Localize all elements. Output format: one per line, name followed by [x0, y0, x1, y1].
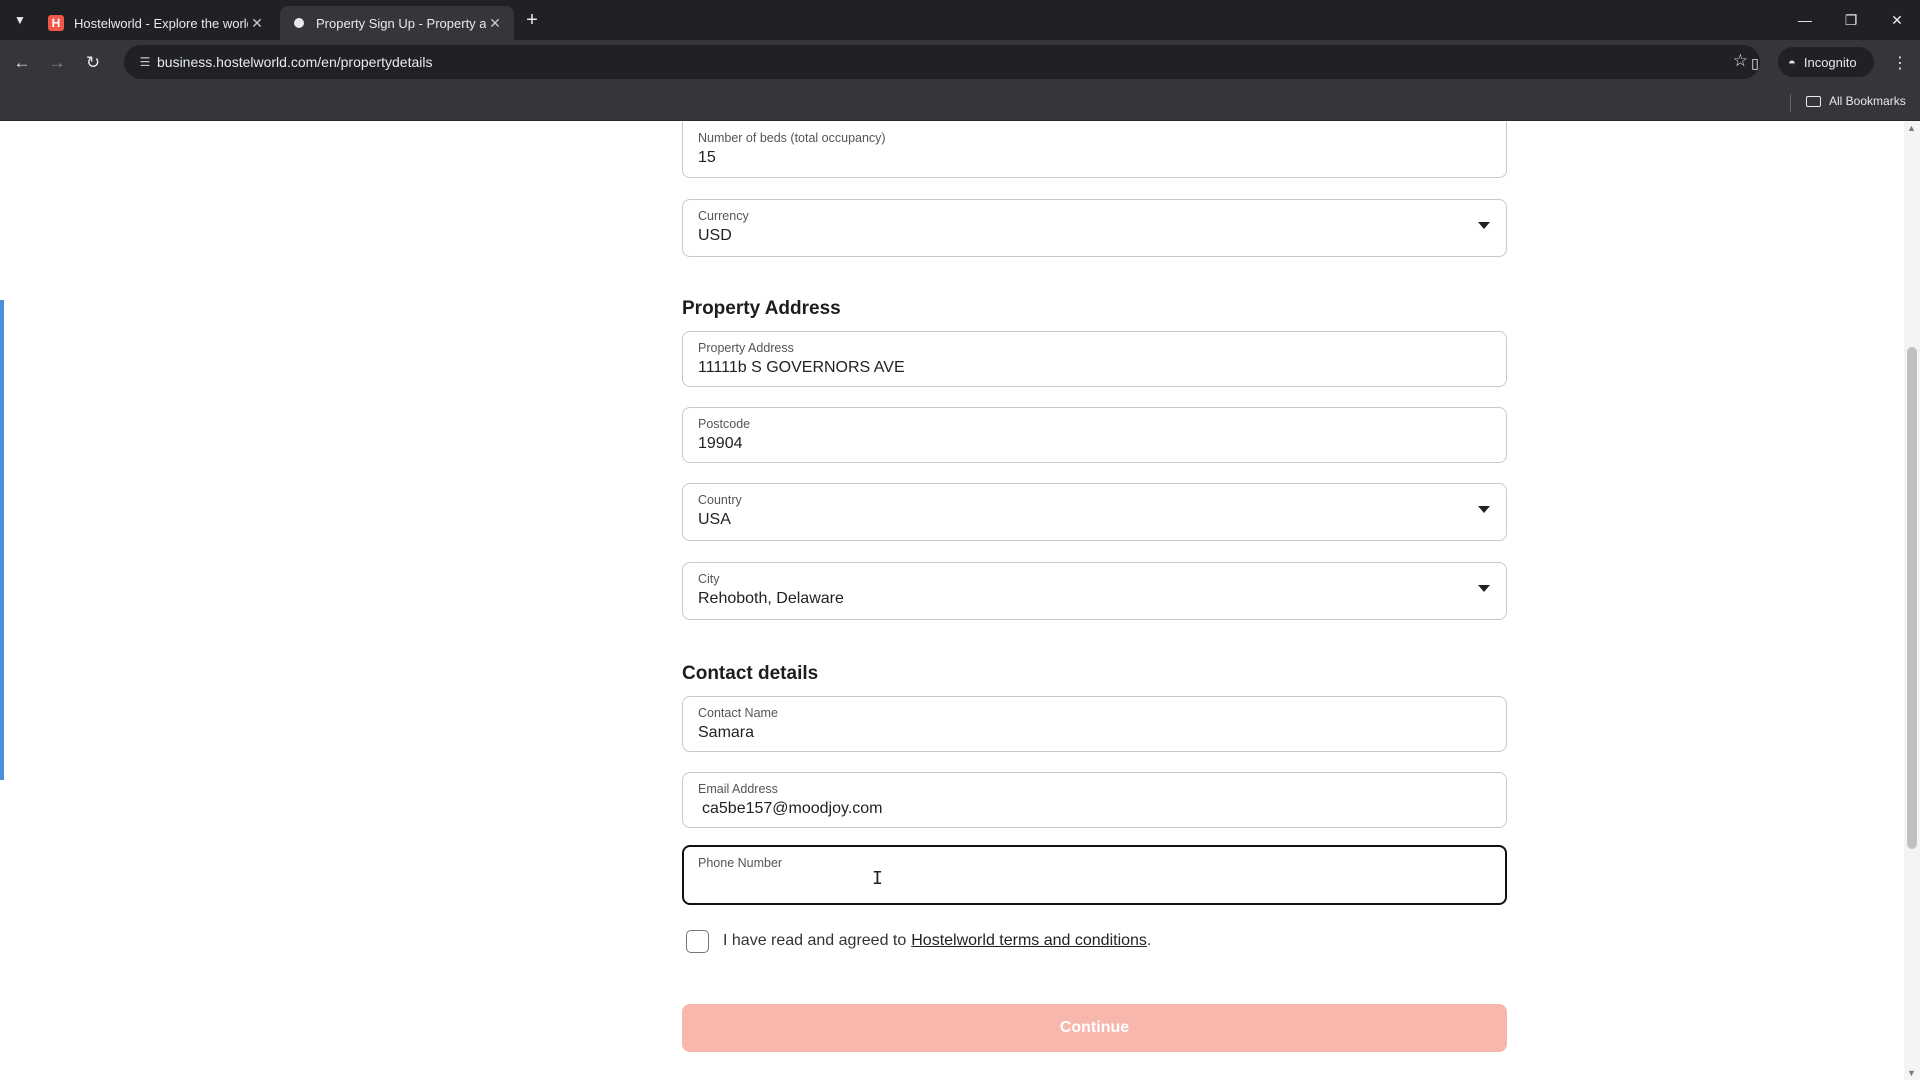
reload-icon[interactable]: ↻: [80, 50, 106, 76]
close-tab-icon[interactable]: ✕: [248, 15, 266, 32]
city-value: Rehoboth, Delaware: [698, 590, 844, 607]
forward-arrow-icon[interactable]: →: [44, 50, 70, 76]
left-accent-bar: [0, 300, 4, 780]
contact-name-value: Samara: [698, 724, 755, 741]
minimize-icon[interactable]: —: [1782, 6, 1828, 34]
bookmarks-separator: [1790, 94, 1791, 112]
currency-select[interactable]: Currency USD: [682, 199, 1507, 257]
new-tab-plus-icon[interactable]: +: [520, 8, 544, 32]
tab-search-chevron-icon[interactable]: ▼: [8, 8, 32, 32]
postcode-input[interactable]: Postcode 19904: [682, 407, 1507, 463]
dropdown-caret-icon: [1478, 222, 1490, 229]
property-address-label: Property Address: [698, 341, 794, 355]
beds-value: 15: [698, 149, 716, 166]
property-address-heading: Property Address: [682, 298, 841, 319]
property-address-value: 11111b S GOVERNORS AVE: [698, 359, 905, 376]
tab-property-signup[interactable]: Property Sign Up - Property and ✕: [280, 6, 514, 40]
folder-icon: [1806, 95, 1821, 107]
property-address-input[interactable]: Property Address 11111b S GOVERNORS AVE: [682, 331, 1507, 387]
all-bookmarks-label: All Bookmarks: [1829, 94, 1906, 108]
country-value: USA: [698, 511, 731, 528]
postcode-value: 19904: [698, 435, 743, 452]
email-input[interactable]: Email Address ca5be157@moodjoy.com: [682, 772, 1507, 828]
phone-number-input[interactable]: Phone Number: [682, 845, 1507, 905]
tab-title: Property Sign Up - Property and: [316, 15, 486, 31]
restore-icon[interactable]: ❐: [1828, 6, 1874, 34]
currency-value: USD: [698, 227, 732, 244]
all-bookmarks-button[interactable]: All Bookmarks: [1806, 94, 1906, 108]
continue-button[interactable]: Continue: [682, 1004, 1507, 1052]
city-label: City: [698, 572, 720, 586]
close-window-icon[interactable]: ✕: [1874, 6, 1920, 34]
terms-link[interactable]: Hostelworld terms and conditions: [911, 932, 1147, 950]
bookmarks-bar: All Bookmarks: [0, 85, 1920, 121]
incognito-icon: ◓: [1788, 54, 1796, 70]
hostelworld-favicon-icon: H: [48, 15, 64, 31]
email-value: ca5be157@moodjoy.com: [702, 800, 883, 817]
text-cursor-icon: I: [872, 868, 883, 889]
page-scrollbar[interactable]: ▲ ▼: [1904, 121, 1920, 1080]
tab-title: Hostelworld - Explore the world: [74, 15, 248, 31]
phone-number-label: Phone Number: [698, 856, 783, 870]
address-bar[interactable]: ☰ business.hostelworld.com/en/propertyde…: [124, 45, 1760, 79]
side-panel-icon[interactable]: ▯: [1744, 52, 1766, 74]
contact-details-heading: Contact details: [682, 663, 819, 684]
site-settings-icon[interactable]: ☰: [136, 53, 154, 71]
scroll-up-arrow-icon[interactable]: ▲: [1907, 123, 1916, 133]
country-label: Country: [698, 493, 742, 507]
terms-checkbox[interactable]: [686, 929, 709, 953]
contact-name-input[interactable]: Contact Name Samara: [682, 696, 1507, 752]
dropdown-caret-icon: [1478, 506, 1490, 513]
close-tab-icon[interactable]: ✕: [486, 15, 504, 32]
country-select[interactable]: Country USA: [682, 483, 1507, 541]
loading-favicon-icon: [294, 18, 304, 28]
beds-label: Number of beds (total occupancy): [698, 131, 886, 145]
city-select[interactable]: City Rehoboth, Delaware: [682, 562, 1507, 620]
tab-hostelworld[interactable]: H Hostelworld - Explore the world ✕: [38, 6, 276, 40]
url-text: business.hostelworld.com/en/propertydeta…: [157, 54, 433, 70]
tab-strip: ▼ H Hostelworld - Explore the world ✕ Pr…: [0, 0, 1920, 40]
terms-text: I have read and agreed to: [723, 932, 907, 949]
incognito-badge[interactable]: ◓ Incognito: [1778, 47, 1874, 77]
email-label: Email Address: [698, 782, 778, 796]
postcode-label: Postcode: [698, 417, 751, 431]
scrollbar-thumb[interactable]: [1907, 347, 1917, 849]
browser-toolbar: ← → ↻ ☰ business.hostelworld.com/en/prop…: [0, 40, 1920, 85]
browser-menu-icon[interactable]: ⋮: [1890, 52, 1910, 74]
scroll-down-arrow-icon[interactable]: ▼: [1907, 1068, 1916, 1078]
dropdown-caret-icon: [1478, 585, 1490, 592]
beds-field[interactable]: Number of beds (total occupancy) 15: [682, 122, 1507, 178]
back-arrow-icon[interactable]: ←: [9, 50, 35, 76]
contact-name-label: Contact Name: [698, 706, 778, 720]
terms-row: I have read and agreed to Hostelworld te…: [686, 929, 1151, 953]
terms-period: .: [1146, 932, 1152, 949]
currency-label: Currency: [698, 209, 749, 223]
incognito-label: Incognito: [1803, 54, 1857, 70]
